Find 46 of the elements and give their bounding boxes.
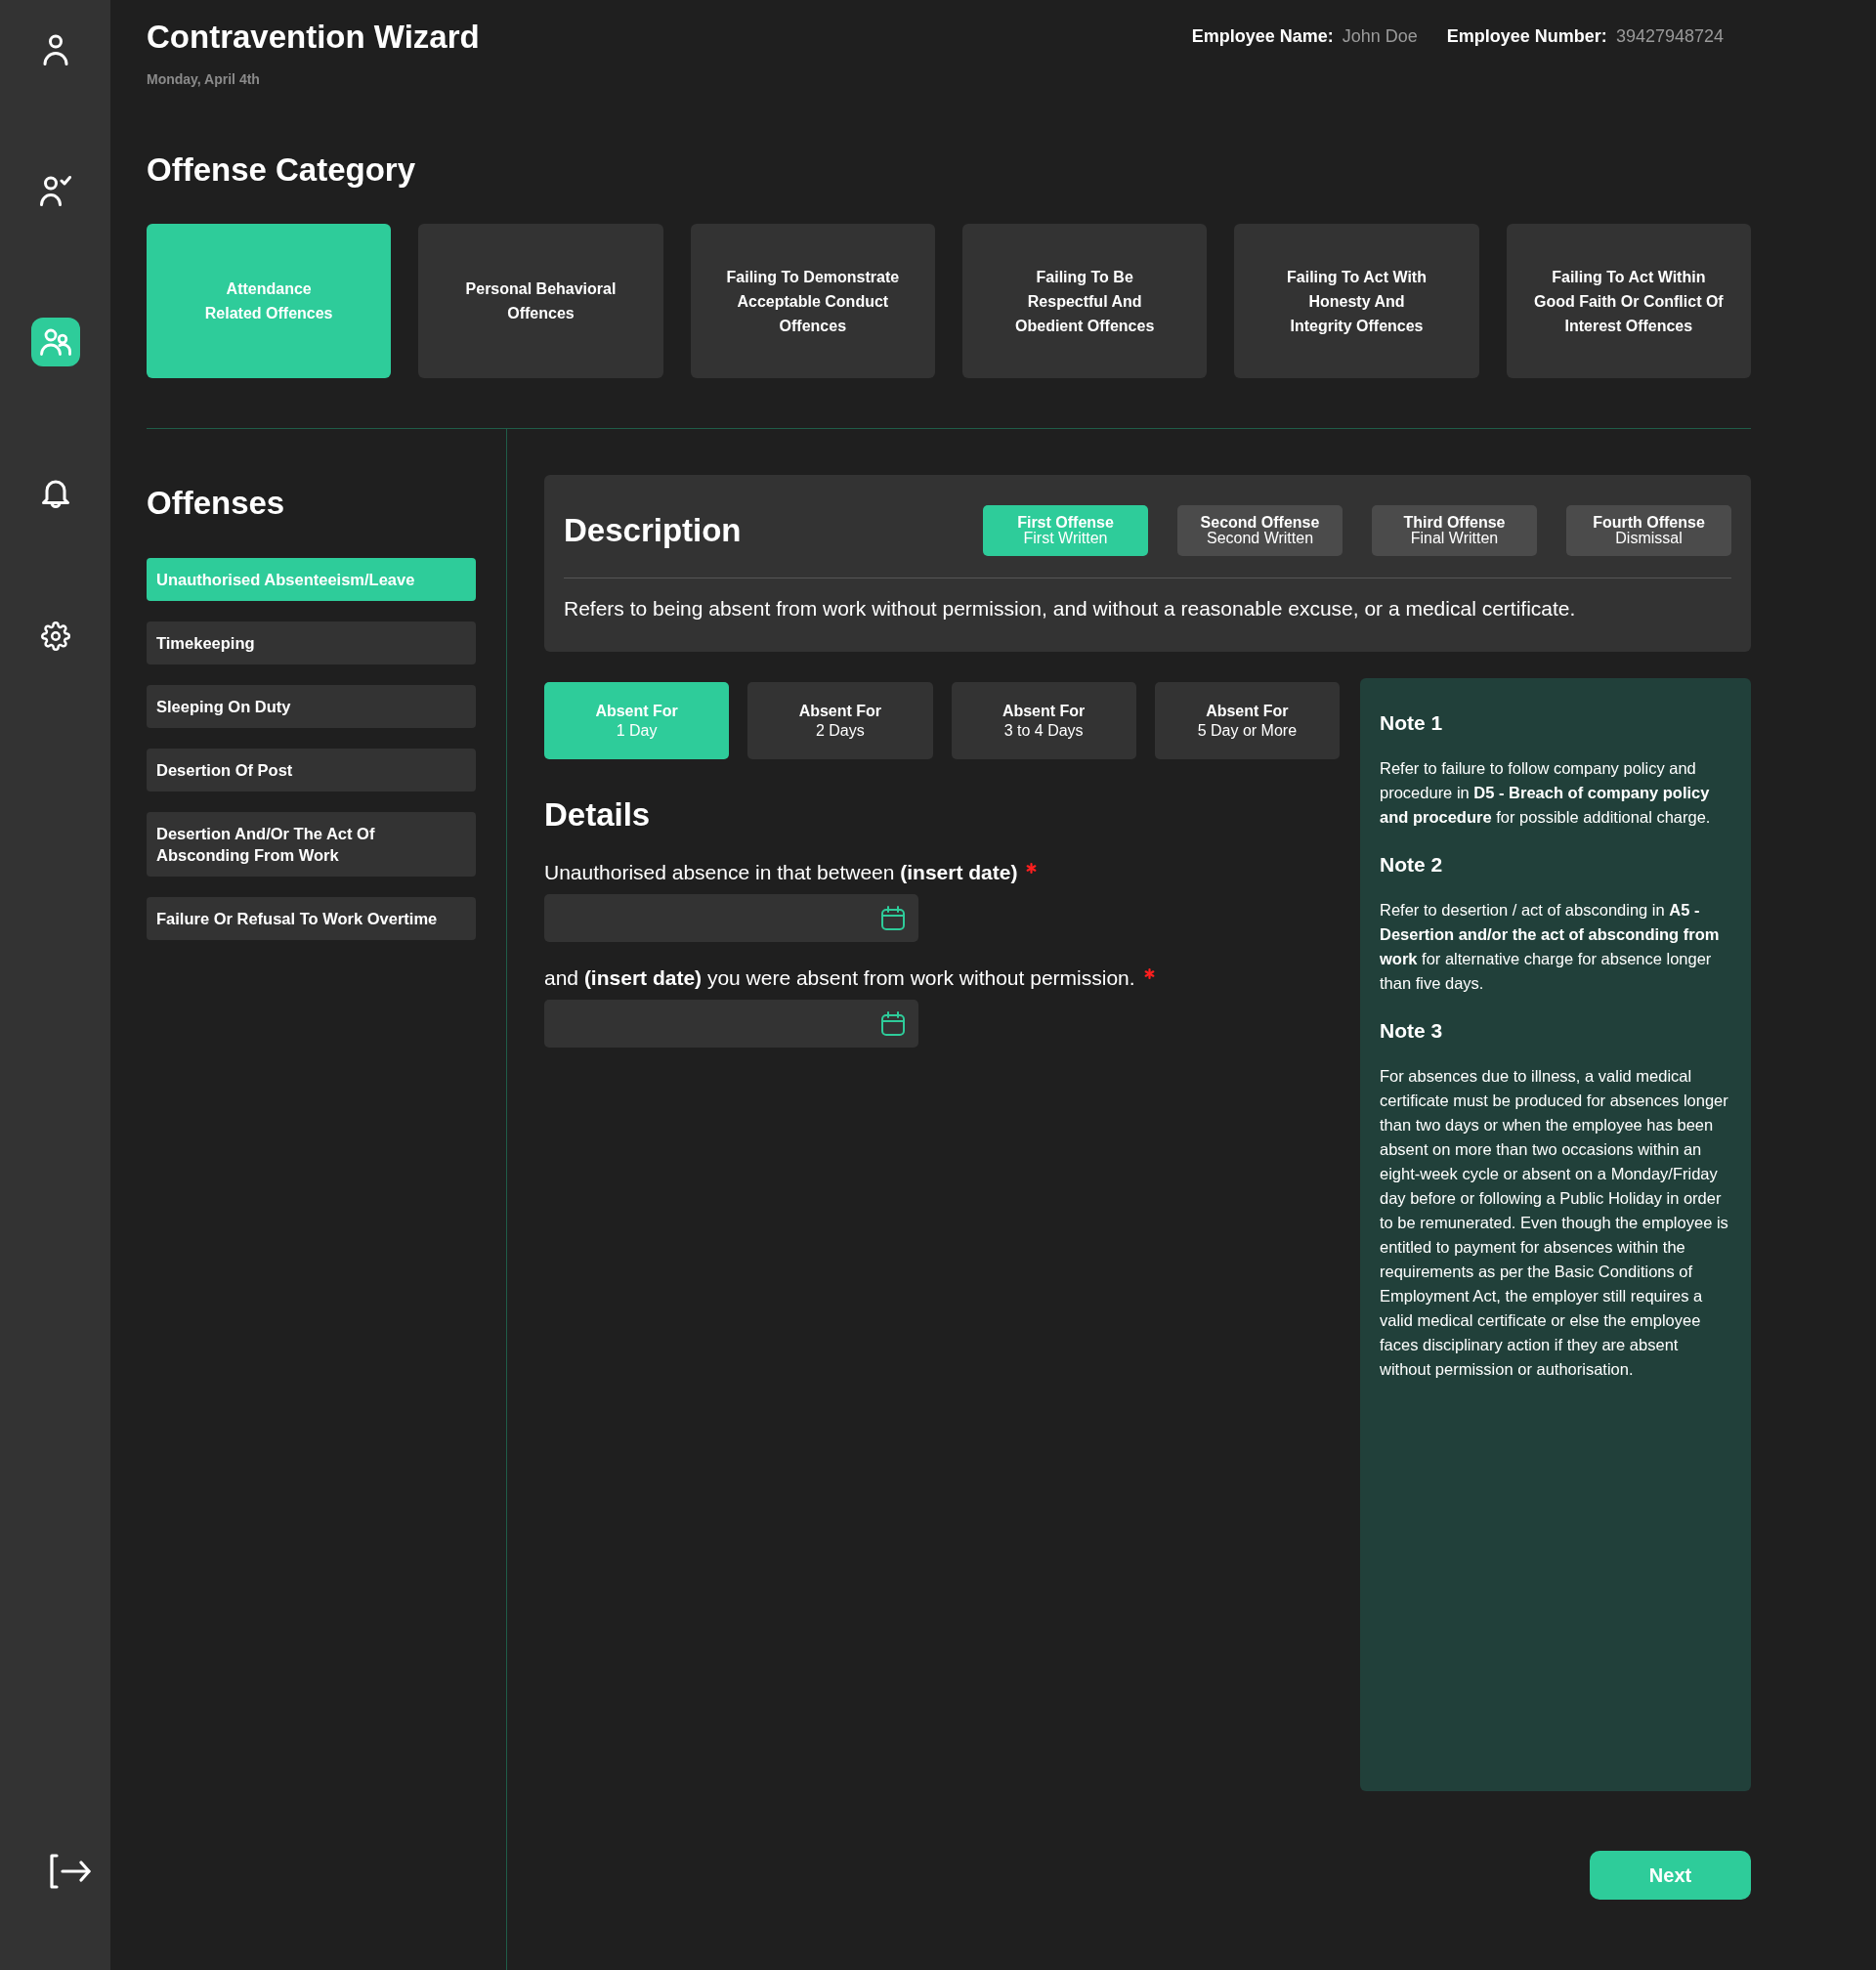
field-value: John Doe xyxy=(1342,25,1418,47)
calendar-icon[interactable] xyxy=(881,906,905,930)
note-text: Refer to failure to follow company policy and procedure in D5 - Breach of company policy and procedure for possible additional charge. xyxy=(1380,758,1712,828)
section-heading: Details xyxy=(544,795,652,835)
page-title: Contravention Wizard xyxy=(147,18,480,57)
field-label: Employee Name: xyxy=(1191,25,1334,47)
field-label: Employee Number: xyxy=(1446,25,1607,47)
offense-level-tab[interactable]: Fourth Offense Dismissal xyxy=(1566,505,1731,556)
note-title: Note 1 xyxy=(1380,710,1444,736)
date-field[interactable] xyxy=(544,1000,918,1048)
note-title: Note 2 xyxy=(1380,852,1444,878)
note-text: Refer to desertion / act of absconding in A5 - Desertion and/or the act of absconding from work for alternative charge for absence longer than five days. xyxy=(1380,900,1721,994)
section-heading: Offenses xyxy=(147,484,286,523)
category-card[interactable]: Failing To Be Respectful And Obedient Offences xyxy=(962,224,1208,378)
offense-level-tab[interactable]: Second Offense Second Written xyxy=(1177,505,1343,556)
offense-item[interactable]: Sleeping On Duty xyxy=(147,685,476,728)
duration-tab[interactable]: Absent For 3 to 4 Days xyxy=(951,682,1136,759)
offense-item[interactable]: Timekeeping xyxy=(147,621,476,664)
settings-icon xyxy=(40,621,70,651)
duration-tab[interactable]: Absent For 2 Days xyxy=(747,682,933,759)
section-heading: Offense Category xyxy=(147,150,417,190)
offense-level-tab[interactable]: Third Offense Final Written xyxy=(1372,505,1537,556)
field-value: 39427948724 xyxy=(1615,25,1724,47)
offense-item[interactable]: Failure Or Refusal To Work Overtime xyxy=(147,897,476,940)
calendar-icon[interactable] xyxy=(881,1011,905,1036)
users-icon xyxy=(39,328,71,356)
field-label: Unauthorised absence in that between (insert date) xyxy=(544,860,1018,885)
logout-button[interactable] xyxy=(49,1853,92,1890)
user-icon xyxy=(42,34,68,65)
note-text: For absences due to illness, a valid medical certificate must be produced for absences longer than two days or when the employee has been absent on more than two occasions within an eight-week cycle or absent on a Monday/Friday day before or following a Public Holiday in order to be remunerated. Even though the employee is entitled to payment for absences within the requirements as per the Basic Conditions of Employment Act, the employer still requires a valid medical certificate or else the employee faces disciplinary action if they are absent without permission or authorisation. xyxy=(1380,1066,1729,1380)
logout-icon xyxy=(50,1854,91,1889)
date-text: Monday, April 4th xyxy=(147,71,261,87)
field-label: and (insert date) you were absent from work without permission. xyxy=(544,965,1135,991)
user-check-icon xyxy=(39,175,71,206)
category-card[interactable]: Personal Behavioral Offences xyxy=(418,224,663,378)
duration-tab[interactable]: Absent For 5 Day or More xyxy=(1154,682,1340,759)
category-card[interactable]: Failing To Act Within Good Faith Or Conflict Of Interest Offences xyxy=(1506,224,1751,378)
note-title: Note 3 xyxy=(1380,1018,1444,1044)
card-heading: Description xyxy=(564,511,742,550)
date-field[interactable] xyxy=(544,894,918,942)
category-card[interactable]: Failing To Act With Honesty And Integrity Offences xyxy=(1234,224,1479,378)
offense-item[interactable]: Desertion And/Or The Act Of Absconding From Work xyxy=(147,812,476,877)
description-text: Refers to being absent from work without permission, and without a reasonable excuse, or a medical certificate. xyxy=(564,596,1577,621)
employees-nav-button[interactable] xyxy=(30,318,80,366)
offense-item[interactable]: Desertion Of Post xyxy=(147,749,476,792)
category-card[interactable]: Failing To Demonstrate Acceptable Conduct Offences xyxy=(690,224,935,378)
